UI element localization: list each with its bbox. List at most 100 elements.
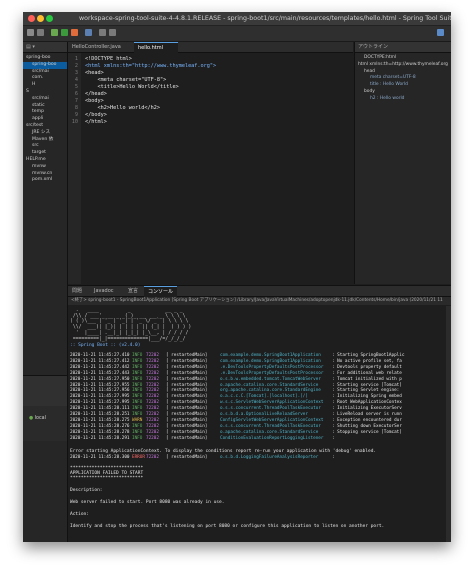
navigate-forward-icon[interactable] <box>109 29 116 36</box>
explorer-item[interactable]: S <box>23 89 67 96</box>
log-row: 2020-11-21 11:45:28.111 INFO 72202 [ restar… <box>70 406 442 412</box>
new-icon[interactable] <box>27 29 34 36</box>
debug-icon[interactable] <box>51 29 58 36</box>
banner-line: =========|_|==============|___/=/_/_/_/ <box>70 336 186 342</box>
log-level: INFO <box>132 423 143 429</box>
spring-banner: . ____ _ __ _ _ /\\ / ___'_ __ _ _(_)_ _… <box>70 308 450 342</box>
log-level: WARN <box>132 417 143 423</box>
explorer-item[interactable]: src/mai <box>23 69 67 76</box>
log-timestamp: 2020-11-21 11:45:28.275 <box>70 417 130 423</box>
tab-problems[interactable]: 問題 <box>68 286 86 296</box>
log-pid: 72202 <box>146 429 159 435</box>
explorer-item[interactable]: com. <box>23 75 67 82</box>
log-timestamp: 2020-11-21 11:45:28.300 <box>70 455 130 460</box>
code-editor[interactable]: 1 2 3 4 5 6 7 8 9 10 <!DOCTYPE html> <html xmlns:t… <box>68 53 353 284</box>
log-level: INFO <box>132 376 143 382</box>
zoom-window-button[interactable] <box>46 15 53 22</box>
log-level: INFO <box>132 353 143 358</box>
line-number: 7 <box>74 98 78 104</box>
main-toolbar <box>23 26 451 42</box>
explorer-item[interactable]: pom.xml <box>23 177 67 184</box>
log-level: INFO <box>132 406 143 412</box>
outline-item[interactable]: DOCTYPE:html <box>355 55 451 62</box>
log-thread: [ restartedMain] <box>166 353 208 358</box>
line-number: 8 <box>74 105 78 111</box>
log-thread: [ restartedMain] <box>166 455 208 460</box>
run-icon[interactable] <box>61 29 68 36</box>
log-thread: [ restartedMain] <box>166 358 208 364</box>
tab-hello-controller[interactable]: HelloController.java <box>68 42 136 52</box>
line-numbers: 1 2 3 4 5 6 7 8 9 10 <box>68 53 81 284</box>
explorer-item[interactable]: temp <box>23 109 67 116</box>
explorer-item[interactable]: Maven 依 <box>23 137 67 144</box>
log-row: 2020-11-21 11:45:28.291 INFO 72202 [ restar… <box>70 436 442 442</box>
boot-run-icon[interactable] <box>71 29 78 36</box>
line-number: 2 <box>74 63 78 69</box>
code-line: <h2>Hello world</h2> <box>85 105 160 111</box>
outline-item[interactable]: title : Hello World <box>355 82 451 89</box>
log-timestamp: 2020-11-21 11:45:27.995 <box>70 400 130 406</box>
boot-dashboard: ● local <box>23 375 67 441</box>
log-message: : Exception encountered dur <box>332 417 402 423</box>
outline-item[interactable]: h2 : Hello world <box>355 96 451 103</box>
save-icon[interactable] <box>37 29 44 36</box>
outline-item[interactable]: html xmlns:th=http://www.thymeleaf.org <box>355 62 451 69</box>
outline-item[interactable]: body <box>355 89 451 96</box>
tab-hello-html[interactable]: hello.html <box>134 42 178 53</box>
tab-declaration[interactable]: 宣言 <box>124 286 142 296</box>
explorer-item[interactable]: src/mai <box>23 96 67 103</box>
tab-label: コンソール <box>148 289 174 295</box>
line-number: 6 <box>74 91 78 97</box>
log-pid: 72202 <box>146 435 159 441</box>
log-message: : Devtools property default <box>332 364 402 370</box>
log-pid: 72202 <box>146 423 159 429</box>
log-thread: [ restartedMain] <box>166 435 208 441</box>
log-pid: 72202 <box>146 406 159 412</box>
explorer-item[interactable]: target <box>23 150 67 157</box>
explorer-item[interactable]: appli <box>23 116 67 123</box>
stars-bottom: *************************** <box>70 476 144 481</box>
explorer-tab[interactable]: ▤ ▾ <box>23 42 67 53</box>
explorer-item[interactable]: static <box>23 103 67 110</box>
log-pid: 72202 <box>146 400 159 406</box>
explorer-item[interactable]: HELP.me <box>23 157 67 164</box>
tab-label: HelloController.java <box>72 44 121 50</box>
log-message: : Root WebApplicationContex <box>332 400 402 406</box>
perspective-icon[interactable] <box>437 29 444 36</box>
log-timestamp: 2020-11-21 11:45:28.111 <box>70 406 130 412</box>
explorer-item[interactable]: spring-boo <box>23 55 67 62</box>
explorer-item[interactable]: mvnw <box>23 164 67 171</box>
error-context: Error starting ApplicationContext. To di… <box>70 449 377 454</box>
line-number: 1 <box>74 56 78 62</box>
dashboard-item-local[interactable]: ● local <box>23 416 67 421</box>
outline-tab[interactable]: アウトライン <box>355 42 451 53</box>
window-title: workspace-spring-tool-suite-4-4.8.1.RELE… <box>79 15 451 22</box>
description-text: Web server failed to start. Port 8080 wa… <box>70 500 225 505</box>
console-tabs: 問題 Javadoc 宣言 コンソール <box>68 286 451 297</box>
explorer-item[interactable]: spring-boo <box>23 61 67 69</box>
log-thread: [ restartedMain] <box>166 423 208 429</box>
log-message: : Stopping service [Tomcat] <box>332 429 402 435</box>
log-pid: 72202 <box>146 370 159 376</box>
search-icon[interactable] <box>85 29 92 36</box>
dashboard-toolbar <box>23 376 67 406</box>
console-scrollbar[interactable] <box>446 306 451 542</box>
log-level: INFO <box>132 435 143 441</box>
explorer-item[interactable]: src/test <box>23 123 67 130</box>
explorer-item[interactable]: H <box>23 82 67 89</box>
explorer-item[interactable]: JRE シス <box>23 130 67 137</box>
log-thread: [ restartedMain] <box>166 406 208 412</box>
line-number: 3 <box>74 70 78 76</box>
log-row: 2020-11-21 11:45:28.300 ERROR 72202 [ resta… <box>70 455 442 461</box>
minimize-window-button[interactable] <box>37 15 44 22</box>
log-logger: o.s.s.concurrent.ThreadPoolTaskExecutor <box>220 423 321 429</box>
log-row: 2020-11-21 11:45:27.950 INFO 72202 [ restar… <box>70 377 442 383</box>
log-timestamp: 2020-11-21 11:45:28.278 <box>70 429 130 435</box>
navigate-back-icon[interactable] <box>99 29 106 36</box>
close-window-button[interactable] <box>28 15 35 22</box>
line-number: 5 <box>74 84 78 90</box>
tab-console[interactable]: コンソール <box>144 286 178 297</box>
action-label: Action: <box>70 512 89 517</box>
log-row: 2020-11-21 11:45:28.278 INFO 72202 [ restar… <box>70 430 442 436</box>
tab-javadoc[interactable]: Javadoc <box>90 286 118 296</box>
